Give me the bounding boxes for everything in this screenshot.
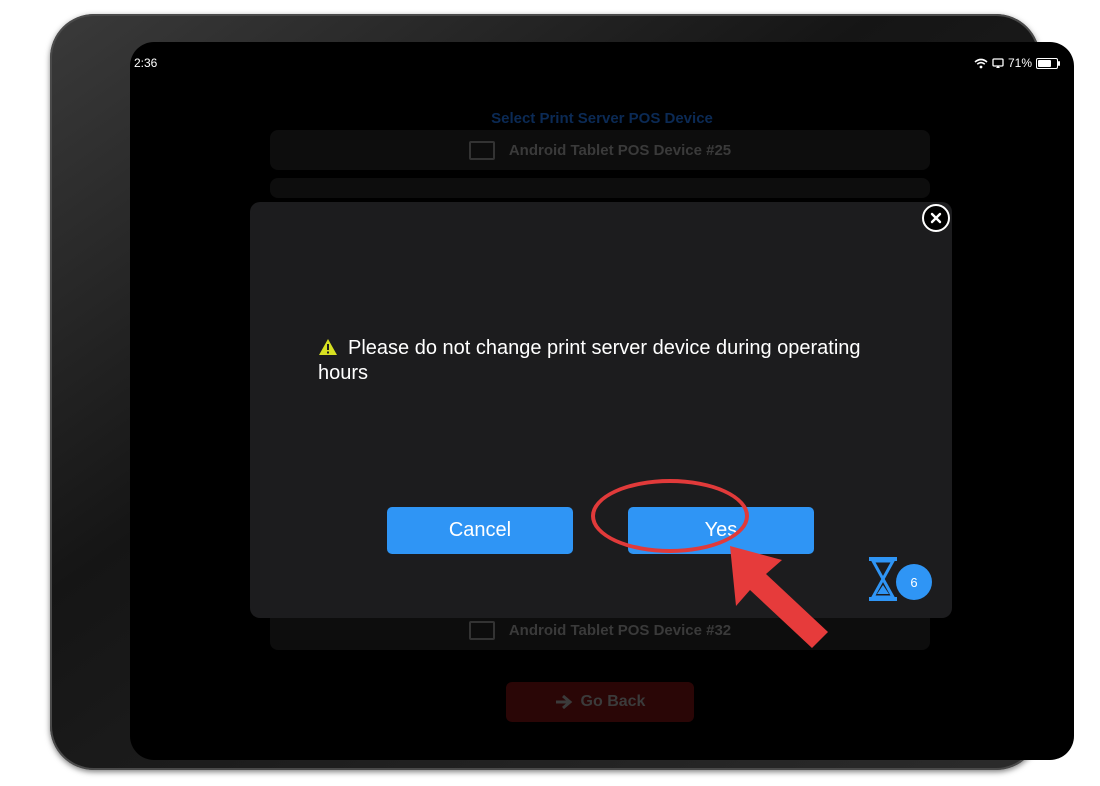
pointer-arrow-icon <box>730 546 828 648</box>
battery-level <box>1038 59 1051 67</box>
wifi-icon <box>974 58 988 68</box>
dialog-message: Please do not change print server device… <box>318 336 898 386</box>
close-button[interactable] <box>922 204 950 232</box>
arrow-right-icon <box>555 694 572 710</box>
warning-triangle-icon <box>319 339 337 355</box>
countdown-badge: 6 <box>896 564 932 600</box>
countdown-timer: 6 <box>868 556 934 602</box>
confirm-dialog: Please do not change print server device… <box>250 202 952 618</box>
battery-icon <box>1036 57 1060 69</box>
checkbox[interactable] <box>468 140 495 160</box>
device-option-label: Android Tablet POS Device #25 <box>508 141 732 159</box>
screen-mirroring-icon <box>992 57 1004 68</box>
device-option-hidden[interactable] <box>270 178 930 198</box>
device-screen: 2:36 71% Select Print Server POS Device … <box>130 42 1074 760</box>
tablet-frame: 2:36 71% Select Print Server POS Device … <box>50 14 1074 770</box>
go-back-label: Go Back <box>580 693 646 710</box>
highlight-ellipse <box>591 479 749 553</box>
status-time: 2:36 <box>134 56 158 70</box>
device-option-label: Android Tablet POS Device #32 <box>508 621 732 639</box>
page-title: Select Print Server POS Device <box>491 110 713 127</box>
close-icon <box>930 212 942 224</box>
battery-percent: 71% <box>1007 56 1032 70</box>
status-bar-right: 71% <box>974 56 1060 70</box>
cancel-button[interactable]: Cancel <box>387 507 573 554</box>
go-back-button[interactable]: Go Back <box>506 682 694 722</box>
device-option-25[interactable]: Android Tablet POS Device #25 <box>270 130 930 170</box>
dialog-message-text: Please do not change print server device… <box>318 337 861 384</box>
hourglass-icon <box>869 557 897 601</box>
checkbox[interactable] <box>468 620 495 640</box>
